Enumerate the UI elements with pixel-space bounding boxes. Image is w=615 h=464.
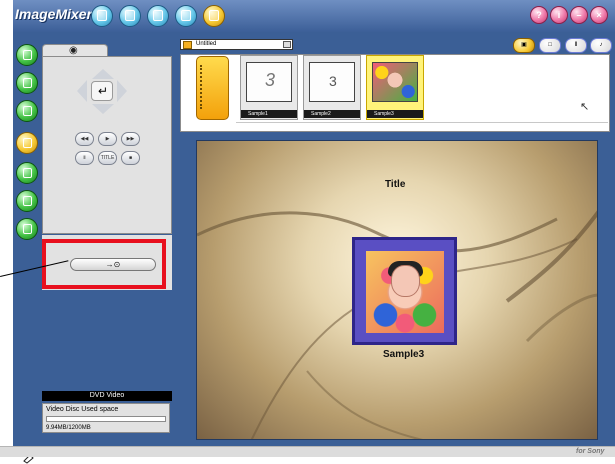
play-icon: ▶: [105, 136, 110, 142]
thumbnail-label: Sample2: [304, 110, 360, 118]
disc-usage-panel: Video Disc Used space 9.94MB/1200MB: [42, 403, 170, 433]
control-panel: ↵ ◀◀ ▶ ▶▶ Ⅱ TITLE ■: [42, 56, 172, 234]
dvd-icon: [209, 10, 219, 21]
disc-usage-value: 9.94MB/1200MB: [46, 425, 91, 431]
thumbnail-label: Sample3: [367, 110, 423, 118]
disc-type-label: DVD Video: [42, 391, 172, 401]
pause-button[interactable]: Ⅱ: [75, 151, 94, 165]
up-arrow-button[interactable]: [92, 69, 114, 79]
thumbnail-label: Sample1: [241, 110, 297, 118]
info-button[interactable]: i: [550, 6, 568, 24]
nav-1-icon: [23, 50, 32, 60]
previous-icon: ◀◀: [80, 136, 89, 142]
view-3-icon: Ⅱ: [574, 42, 578, 48]
thumbnail-frame: 3: [309, 62, 355, 102]
title-button-label: TITLE: [100, 155, 115, 161]
nav-button-3[interactable]: [16, 100, 38, 122]
nav-button-4[interactable]: [16, 132, 38, 154]
view-button-4[interactable]: ♪: [590, 38, 612, 53]
title-bar: ImageMixer ? i – ×: [13, 0, 615, 32]
close-button[interactable]: ×: [590, 6, 608, 24]
photo-face: [391, 265, 420, 297]
stop-button[interactable]: ■: [121, 151, 140, 165]
view-1-icon: ▣: [521, 42, 527, 48]
edit-icon: [153, 10, 163, 21]
video-icon: [181, 10, 191, 21]
app-logo: ImageMixer: [15, 6, 93, 22]
view-button-3[interactable]: Ⅱ: [565, 38, 587, 53]
chapter-label[interactable]: Sample3: [383, 349, 424, 360]
minimize-button[interactable]: –: [570, 6, 588, 24]
mouse-cursor-icon: ↖: [580, 101, 590, 113]
left-arrow-button[interactable]: [77, 80, 87, 102]
minimize-icon: –: [576, 10, 582, 20]
capture-icon: [97, 10, 107, 21]
dropdown-arrow-icon: [283, 41, 291, 48]
menu-title-text[interactable]: Title: [385, 179, 405, 190]
title-button[interactable]: TITLE: [98, 151, 117, 165]
nav-button-1[interactable]: [16, 44, 38, 66]
project-selector[interactable]: Untitled: [180, 39, 293, 50]
thumbnail-frame: 3: [246, 62, 292, 102]
next-button[interactable]: ▶▶: [121, 132, 140, 146]
album-folder-icon[interactable]: [196, 56, 229, 120]
folder-rings: [200, 65, 205, 109]
view-4-icon: ♪: [599, 42, 603, 48]
screenshot-canvas: ImageMixer ? i – × ◉ ↵ ◀◀ ▶ ▶▶ Ⅱ TITLE ■: [0, 0, 615, 464]
chapter-thumbnail-image: [366, 251, 444, 333]
video-mode-button[interactable]: [175, 5, 197, 27]
help-button[interactable]: ?: [530, 6, 548, 24]
nav-3-icon: [23, 106, 32, 116]
enter-button[interactable]: ↵: [91, 81, 113, 101]
edit-mode-button[interactable]: [147, 5, 169, 27]
album-icon: [125, 10, 135, 21]
view-2-icon: □: [548, 42, 552, 48]
play-button[interactable]: ▶: [98, 132, 117, 146]
disc-usage-bar: [46, 416, 166, 422]
nav-7-icon: [23, 224, 32, 234]
nav-2-icon: [23, 78, 32, 88]
capture-mode-button[interactable]: [91, 5, 113, 27]
nav-4-icon: [23, 138, 32, 148]
nav-5-icon: [23, 168, 32, 178]
nav-button-2[interactable]: [16, 72, 38, 94]
album-mode-button[interactable]: [119, 5, 141, 27]
close-icon: ×: [596, 10, 602, 20]
dvd-mode-button[interactable]: [203, 5, 225, 27]
thumbnail-item[interactable]: 3 Sample1: [240, 55, 298, 120]
previous-button[interactable]: ◀◀: [75, 132, 94, 146]
nav-button-7[interactable]: [16, 218, 38, 240]
eye-icon: ◉: [69, 45, 78, 56]
thumbnail-item[interactable]: 3 Sample2: [303, 55, 361, 120]
nav-button-6[interactable]: [16, 190, 38, 212]
thumbnail-scrollbar[interactable]: [236, 122, 608, 130]
status-bar: [0, 446, 615, 457]
disc-header: Video Disc Used space: [46, 406, 119, 413]
thumbnail-item-selected[interactable]: Sample3: [366, 55, 424, 120]
view-button-1[interactable]: ▣: [513, 38, 535, 53]
down-arrow-button[interactable]: [92, 104, 114, 114]
left-navigation: [13, 32, 43, 464]
right-arrow-button[interactable]: [117, 80, 127, 102]
write-to-disc-button[interactable]: →⊙: [70, 258, 156, 271]
thumbnail-frame: [372, 62, 418, 102]
nav-6-icon: [23, 196, 32, 206]
write-to-disc-label: →⊙: [105, 260, 121, 269]
stop-icon: ■: [128, 155, 133, 161]
info-icon: i: [557, 10, 561, 20]
pause-icon: Ⅱ: [83, 155, 86, 161]
view-button-2[interactable]: □: [539, 38, 561, 53]
project-folder-icon: [183, 41, 192, 49]
project-name: Untitled: [196, 41, 217, 47]
nav-button-5[interactable]: [16, 162, 38, 184]
brand-label: for Sony: [576, 448, 605, 455]
next-icon: ▶▶: [126, 136, 135, 142]
help-icon: ?: [536, 10, 542, 20]
enter-icon: ↵: [98, 84, 109, 98]
